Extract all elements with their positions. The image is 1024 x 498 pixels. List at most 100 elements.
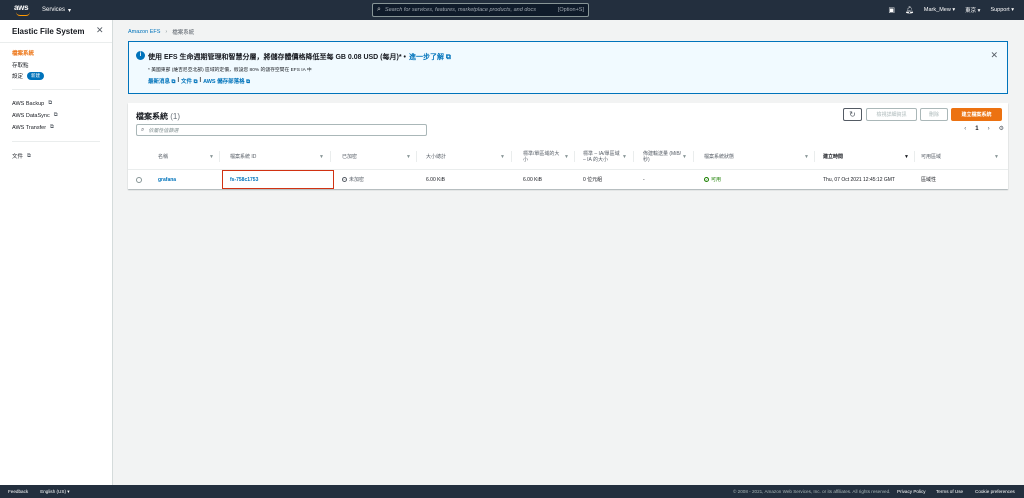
terms-link[interactable]: Terms of Use [936,489,963,494]
column-state[interactable]: 檔案系統狀態 ▼ [704,143,813,170]
column-label: 標準 – IA/單區域 – IA 的大小 [583,150,620,163]
external-link-icon: ⧉ [27,152,31,159]
cell-standard-size: 6.00 KiB [523,176,542,183]
cell-state: ✓ 可用 [704,170,721,189]
column-divider [693,151,694,162]
sidebar-item-label: 檔案系統 [12,51,35,57]
global-search[interactable]: ⌕ Search for services, features, marketp… [372,3,589,17]
aws-logo[interactable]: aws [14,3,34,17]
external-link-icon: ⧉ [53,112,58,118]
sort-icon: ▼ [994,153,999,160]
column-divider [219,151,220,162]
external-link-icon: ⧉ [50,124,54,130]
sidebar-item-label: AWS DataSync [12,112,50,119]
cloudshell-icon[interactable]: ▣ [888,6,895,14]
sidebar-item-aws-backup[interactable]: AWS Backup ⧉ [12,100,52,107]
learn-more-label: 進一步了解 [408,54,444,61]
sidebar-divider [12,141,100,142]
sidebar-item-file-systems[interactable]: 檔案系統 [12,49,34,57]
filter-input[interactable]: ⌕ 依屬性值篩選 [136,124,427,136]
filter-placeholder: 依屬性值篩選 [148,127,179,134]
privacy-link[interactable]: Privacy Policy [897,489,926,494]
region-name: 東京 [965,8,977,14]
cell-ia-size: 0 位元組 [583,176,603,183]
search-shortcut: [Option+S] [557,7,584,13]
language-selector[interactable]: English (US) ▾ [40,489,69,495]
cookie-link[interactable]: Cookie preferences [975,489,1015,494]
cell-name[interactable]: grafana [158,170,176,189]
search-input[interactable]: Search for services, features, marketpla… [385,7,558,13]
cell-total-size: 6.00 KiB [426,176,445,183]
sidebar-item-aws-transfer[interactable]: AWS Transfer ⧉ [12,124,54,131]
sort-icon: ▼ [319,153,324,160]
learn-more-link[interactable]: 進一步了解 ⧉ [409,52,451,62]
column-created[interactable]: 建立時間 ▼ [823,143,913,170]
bell-icon[interactable]: 🔔︎ [905,6,914,14]
column-name[interactable]: 名稱 ▼ [158,143,218,170]
column-ia-size[interactable]: 標準 – IA/單區域 – IA 的大小 ▼ [583,143,631,170]
sort-icon: ▼ [209,153,214,160]
user-menu[interactable]: Mark_Mew ▾ [924,7,955,13]
sidebar-item-aws-datasync[interactable]: AWS DataSync ⧉ [12,112,58,119]
sidebar-item-label: AWS Backup [12,100,45,107]
banner-title-text: 使用 EFS 生命週期管理和智慧分層，將儲存體價格降低至每 GB 0.08 US… [148,54,406,61]
breadcrumb: Amazon EFS › 檔案系統 [128,28,194,36]
banner-title: 使用 EFS 生命週期管理和智慧分層，將儲存體價格降低至每 GB 0.08 US… [148,52,451,62]
chevron-left-icon[interactable]: ‹ [964,126,966,132]
row-radio[interactable] [136,170,142,189]
close-icon[interactable]: ✕ [96,25,104,36]
breadcrumb-current: 檔案系統 [172,30,195,36]
support-menu[interactable]: Support ▾ [990,7,1014,13]
feedback-link[interactable]: Feedback [8,489,28,494]
external-link-icon: ⧉ [48,100,53,106]
chevron-right-icon[interactable]: › [988,126,990,132]
breadcrumb-root[interactable]: Amazon EFS [128,29,160,35]
column-throughput[interactable]: 佈建輸送量 (MiB/秒) ▼ [643,143,691,170]
cell-encrypted: − 未加密 [342,170,364,189]
column-total-size[interactable]: 大小總計 ▼ [426,143,509,170]
pagination: ‹ 1 › ⚙ [964,125,1004,133]
close-icon[interactable]: ✕ [990,50,998,61]
column-label: 可用區域 [921,153,942,160]
radio-icon [136,176,142,183]
sidebar-item-label: 設定 [12,74,24,80]
sidebar-item-access-points[interactable]: 存取點 [12,61,29,69]
column-divider [511,151,512,162]
panel-title: 檔案系統 (1) [136,111,180,122]
panel-count: (1) [170,112,181,121]
column-standard-size[interactable]: 標準/單區域的大小 ▼ [523,143,573,170]
column-divider [416,151,417,162]
column-label: 佈建輸送量 (MiB/秒) [643,150,682,163]
column-label: 大小總計 [426,153,447,160]
services-menu[interactable]: Services ▾ [42,7,71,14]
copyright: © 2008 - 2021, Amazon Web Services, Inc.… [733,489,891,494]
sidebar-title: Elastic File System [12,27,85,36]
refresh-button[interactable]: ↻ [843,108,862,121]
column-id[interactable]: 檔案系統 ID ▼ [230,143,328,170]
whats-new-link[interactable]: 最新消息 ⧉ [148,77,175,86]
minus-circle-icon: − [342,177,347,182]
column-divider [574,151,575,162]
sidebar-item-settings[interactable]: 設定 新建 [12,72,45,80]
column-az[interactable]: 可用區域 ▼ [921,143,1003,170]
storage-blog-link[interactable]: AWS 儲存部落格 ⧉ [203,77,250,86]
sidebar-item-docs[interactable]: 文件 ⧉ [12,152,31,161]
column-label: 已加密 [342,153,358,160]
refresh-icon: ↻ [849,110,856,119]
sort-icon: ▼ [622,153,627,160]
page-number[interactable]: 1 [975,126,978,132]
sort-icon: ▼ [406,153,411,160]
docs-link[interactable]: 文件 ⧉ [181,77,197,86]
banner-links: 最新消息 ⧉ | 文件 ⧉ | AWS 儲存部落格 ⧉ [148,77,250,86]
search-icon: ⌕ [377,6,381,13]
whats-new-label: 最新消息 [148,79,171,85]
gear-icon[interactable]: ⚙ [999,125,1004,132]
view-details-button[interactable]: 檢視詳細資訊 [866,108,917,121]
sort-icon: ▼ [904,153,909,160]
region-menu[interactable]: 東京 ▾ [965,6,980,14]
status-badge: ✓ 可用 [704,177,721,183]
create-file-system-button[interactable]: 建立檔案系統 [951,108,1002,121]
delete-button[interactable]: 刪除 [920,108,948,121]
column-encrypted[interactable]: 已加密 ▼ [342,143,415,170]
top-nav: aws Services ▾ ⌕ Search for services, fe… [0,0,1024,20]
